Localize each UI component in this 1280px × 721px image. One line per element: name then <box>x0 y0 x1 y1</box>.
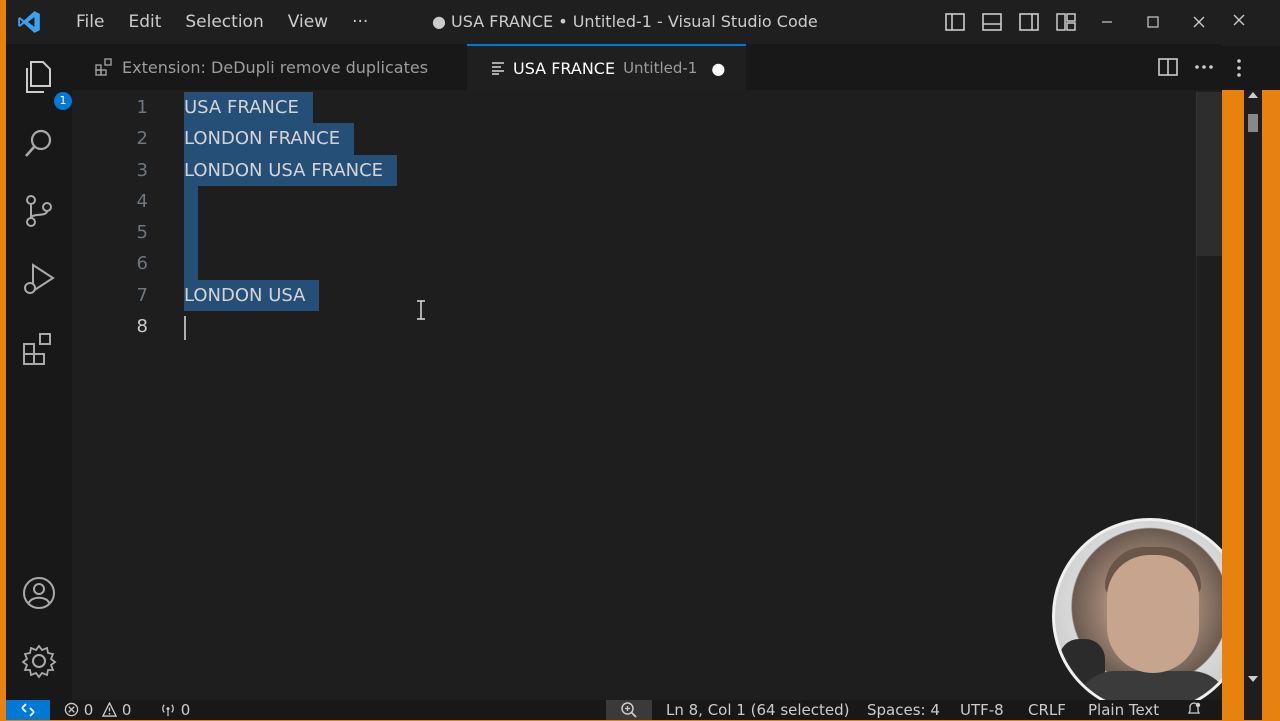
selected-text: LONDON FRANCE <box>184 123 355 155</box>
toggle-primary-sidebar-icon[interactable] <box>936 0 973 44</box>
settings-gear-icon[interactable] <box>20 642 58 680</box>
selected-text: USA FRANCE <box>184 92 313 124</box>
customize-layout-icon[interactable] <box>1047 0 1084 44</box>
more-actions-icon[interactable] <box>1236 58 1242 78</box>
indentation[interactable]: Spaces: 4 <box>867 701 940 719</box>
ibeam-cursor-icon <box>416 300 426 325</box>
code-line <box>184 217 397 249</box>
editor-actions <box>1150 44 1222 90</box>
extensions-icon[interactable] <box>20 330 58 368</box>
title-bar-controls <box>936 0 1222 44</box>
text-editor[interactable]: 1 2 3 4 5 6 7 8 USA FRANCE LONDON FRANCE… <box>72 90 1222 700</box>
selected-empty-line <box>184 217 198 249</box>
split-editor-icon[interactable] <box>1150 44 1186 90</box>
warning-icon <box>101 701 118 717</box>
code-line <box>184 185 397 218</box>
selected-text: LONDON USA FRANCE <box>184 154 398 186</box>
code-lines[interactable]: USA FRANCE LONDON FRANCE LONDON USA FRAN… <box>184 92 398 342</box>
menu-selection[interactable]: Selection <box>173 12 275 32</box>
vscode-window: File Edit Selection View ··· ● USA FRANC… <box>6 0 1222 720</box>
second-window-titlebar <box>1222 0 1280 46</box>
menu-more[interactable]: ··· <box>340 12 380 32</box>
run-debug-icon[interactable] <box>20 260 58 298</box>
notifications-bell-icon[interactable] <box>1186 701 1202 721</box>
error-count: 0 <box>83 701 94 719</box>
remote-indicator[interactable] <box>6 700 50 720</box>
tab-label: USA FRANCE <box>513 58 616 78</box>
account-icon[interactable] <box>20 574 58 612</box>
maximize-icon[interactable] <box>1130 0 1176 44</box>
menu-view[interactable]: View <box>276 12 340 32</box>
end-of-line[interactable]: CRLF <box>1028 701 1066 719</box>
code-line <box>184 248 397 280</box>
toggle-panel-icon[interactable] <box>973 0 1010 44</box>
explorer-icon[interactable]: 1 <box>20 58 72 110</box>
vscode-logo-icon <box>16 9 42 40</box>
close-window-icon[interactable] <box>1176 0 1222 44</box>
code-line: LONDON FRANCE <box>184 123 397 155</box>
selected-empty-line <box>184 248 198 280</box>
code-line-cursor <box>184 311 397 342</box>
search-icon[interactable] <box>20 124 58 162</box>
explorer-badge: 1 <box>54 92 72 110</box>
warning-count: 0 <box>121 701 132 719</box>
text-cursor <box>184 315 186 340</box>
error-icon <box>64 702 79 717</box>
window-title: ● USA FRANCE • Untitled-1 - Visual Studi… <box>432 12 818 31</box>
menu-file[interactable]: File <box>64 12 116 32</box>
close-window-icon[interactable] <box>1233 14 1245 26</box>
more-actions-icon[interactable] <box>1186 44 1222 90</box>
line-number: 4 <box>136 190 148 212</box>
status-bar: 0 0 0 Ln 8, Col 1 (64 selected) Spaces: … <box>6 700 1222 720</box>
tab-description: Untitled-1 <box>623 59 698 77</box>
scrollbar-thumb[interactable] <box>1196 92 1222 256</box>
code-line: LONDON USA <box>184 279 397 312</box>
extension-icon <box>94 57 114 77</box>
language-mode[interactable]: Plain Text <box>1088 701 1159 719</box>
line-number-active: 8 <box>136 316 148 338</box>
scroll-down-arrow-icon[interactable] <box>1248 676 1258 682</box>
scrollbar-thumb[interactable] <box>1248 114 1258 132</box>
toggle-secondary-sidebar-icon[interactable] <box>1010 0 1047 44</box>
ports-count: 0 <box>180 701 191 719</box>
zoom-in-icon <box>621 702 637 718</box>
menu-bar: File Edit Selection View ··· <box>64 0 380 44</box>
presenter-face <box>1107 555 1199 673</box>
menu-edit[interactable]: Edit <box>116 12 173 32</box>
line-number: 2 <box>136 128 148 150</box>
tab-untitled-1[interactable]: USA FRANCE Untitled-1 ● <box>467 44 746 90</box>
line-number-gutter: 1 2 3 4 5 6 7 8 <box>72 92 148 342</box>
problems-indicator[interactable]: 0 0 <box>64 701 131 719</box>
tab-extension-dedupli[interactable]: Extension: DeDupli remove duplicates <box>72 44 468 90</box>
line-number: 5 <box>136 222 148 244</box>
selected-empty-line <box>184 185 198 218</box>
code-line: USA FRANCE <box>184 92 397 124</box>
second-window-scrollbar[interactable] <box>1244 90 1262 720</box>
encoding[interactable]: UTF-8 <box>960 701 1004 719</box>
remote-icon <box>21 703 35 717</box>
source-control-icon[interactable] <box>20 192 58 230</box>
title-bar: File Edit Selection View ··· ● USA FRANC… <box>6 0 1222 44</box>
selected-text: LONDON USA <box>184 279 320 312</box>
code-line: LONDON USA FRANCE <box>184 154 398 186</box>
second-window-tabbar <box>1222 46 1280 90</box>
zoom-indicator[interactable] <box>606 700 652 720</box>
line-number: 1 <box>136 97 148 118</box>
scroll-up-arrow-icon[interactable] <box>1248 92 1258 98</box>
cursor-position[interactable]: Ln 8, Col 1 (64 selected) <box>666 701 850 719</box>
unsaved-dot-icon[interactable]: ● <box>711 59 725 78</box>
minimize-icon[interactable] <box>1084 0 1130 44</box>
activity-bar: 1 <box>6 44 72 700</box>
tab-label: Extension: DeDupli remove duplicates <box>122 57 429 77</box>
line-number: 3 <box>136 159 148 181</box>
ports-indicator[interactable]: 0 <box>160 701 190 719</box>
radio-tower-icon <box>162 704 174 717</box>
line-number: 7 <box>136 284 148 306</box>
line-number: 6 <box>136 253 148 275</box>
editor-tab-bar: Extension: DeDupli remove duplicates USA… <box>72 44 1222 90</box>
text-lines-icon <box>491 61 505 75</box>
